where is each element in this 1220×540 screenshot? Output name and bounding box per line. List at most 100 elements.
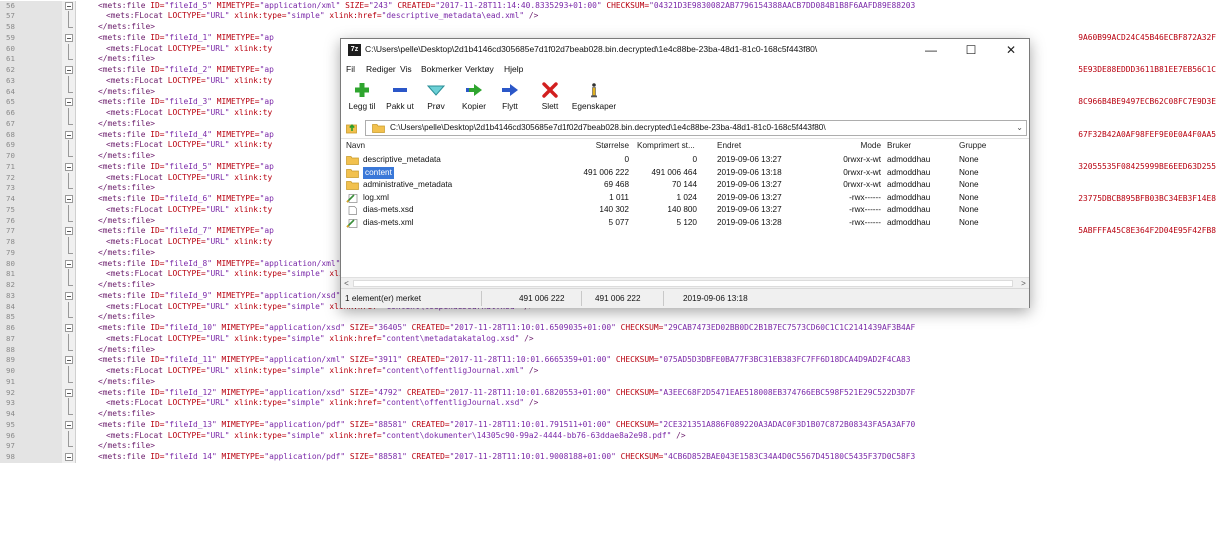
fold-toggle-icon[interactable] <box>62 194 76 205</box>
menu-item[interactable]: Vis <box>400 64 412 74</box>
fold-toggle-icon[interactable] <box>62 0 76 12</box>
file-row[interactable]: content 491 006 222 491 006 464 2019-09-06 … <box>341 166 1029 179</box>
code-token: "simple" <box>286 333 330 343</box>
file-row[interactable]: dias-mets.xsd 140 302 140 800 2019-09-06 13… <box>341 204 1029 217</box>
code-line[interactable]: 95 <mets:file ID="fileId_13" MIMETYPE="ap… <box>0 419 1220 431</box>
file-packed-size: 70 144 <box>671 180 697 189</box>
menu-item[interactable]: Hjelp <box>504 64 523 74</box>
code-line[interactable]: 89 <mets:file ID="fileId_11" MIMETYPE="ap… <box>0 355 1220 366</box>
code-line[interactable]: 97 </mets:file> <box>0 441 1220 452</box>
column-header-size[interactable]: Størrelse <box>579 139 629 153</box>
fold-toggle-icon[interactable] <box>62 290 76 302</box>
fold-guide <box>62 140 76 151</box>
code-line[interactable]: 58 </mets:file> <box>0 22 1220 33</box>
close-button[interactable]: ✕ <box>991 39 1031 61</box>
code-line[interactable]: 57 <mets:FLocat LOCTYPE="URL" xlink:type=… <box>0 11 1220 22</box>
file-modified: 2019-09-06 13:27 <box>717 192 782 202</box>
fold-toggle-icon[interactable] <box>62 452 76 463</box>
code-line[interactable]: 94 </mets:file> <box>0 409 1220 420</box>
7zip-window[interactable]: 7z C:\Users\pelle\Desktop\2d1b4146cd3056… <box>340 38 1030 308</box>
maximize-button[interactable]: ☐ <box>951 39 991 61</box>
code-line[interactable]: 86 <mets:file ID="fileId_10" MIMETYPE="ap… <box>0 323 1220 334</box>
address-field[interactable]: C:\Users\pelle\Desktop\2d1b4146cd305685e… <box>365 120 1027 136</box>
column-header-packed[interactable]: Komprimert st... <box>637 139 695 153</box>
chevron-down-icon[interactable]: ⌄ <box>1016 123 1023 132</box>
fold-toggle-icon[interactable] <box>62 97 76 108</box>
legg-til-button[interactable]: Legg til <box>343 80 381 116</box>
flytt-button[interactable]: Flytt <box>493 80 527 116</box>
column-header-mode[interactable]: Mode <box>851 139 881 153</box>
fold-guide <box>62 301 76 313</box>
code-line[interactable]: 92 <mets:file ID="fileId_12" MIMETYPE="ap… <box>0 387 1220 399</box>
code-token: MIMETYPE= <box>221 323 265 332</box>
line-number: 90 <box>0 366 62 377</box>
code-line[interactable]: 98 <mets:file ID="fileId 14" MIMETYPE="ap… <box>0 452 1220 463</box>
fold-guide <box>62 75 76 87</box>
code-token: "ap <box>259 129 274 139</box>
fold-toggle-icon[interactable] <box>62 226 76 237</box>
code-line[interactable]: 96 <mets:FLocat LOCTYPE="URL" xlink:type=… <box>0 430 1220 442</box>
line-number: 73 <box>0 183 62 194</box>
minimize-button[interactable]: — <box>911 39 951 61</box>
file-row[interactable]: descriptive_metadata 0 0 2019-09-06 13:27 0r… <box>341 154 1029 167</box>
line-number: 77 <box>0 226 62 237</box>
column-header-user[interactable]: Bruker <box>887 139 911 153</box>
code-token: </mets:file> <box>98 441 156 451</box>
fold-toggle-icon[interactable] <box>62 161 76 173</box>
toolbar-button-label: Egenskaper <box>571 101 617 111</box>
code-token: xlink:href= <box>329 398 382 408</box>
menu-item[interactable]: Fil <box>346 64 355 74</box>
horizontal-scrollbar[interactable]: < > <box>341 277 1029 288</box>
code-line[interactable]: 87 <mets:FLocat LOCTYPE="URL" xlink:type=… <box>0 333 1220 345</box>
menu-item[interactable]: Rediger <box>366 64 396 74</box>
egenskaper-button[interactable]: Egenskaper <box>567 80 621 116</box>
code-line[interactable]: 88 </mets:file> <box>0 344 1220 356</box>
file-list[interactable]: Navn Størrelse Komprimert st... Endret M… <box>341 138 1029 288</box>
code-token: "URL" <box>205 11 235 21</box>
fold-toggle-icon[interactable] <box>62 65 76 76</box>
code-token: CREATED= <box>397 0 436 10</box>
fold-toggle-icon[interactable] <box>62 32 76 44</box>
prøv-button[interactable]: Prøv <box>419 80 453 116</box>
pakk-ut-button[interactable]: Pakk ut <box>383 80 417 116</box>
status-size: 491 006 222 <box>519 294 565 303</box>
code-line[interactable]: 91 </mets:file> <box>0 376 1220 388</box>
menu-item[interactable]: Bokmerker <box>421 64 462 74</box>
scrollbar-thumb[interactable] <box>353 280 1013 287</box>
code-line[interactable]: 90 <mets:FLocat LOCTYPE="URL" xlink:type=… <box>0 366 1220 377</box>
code-text-overflow: 67F32B42A0AF98FEF9E0E0A4F0AA5 <box>1078 129 1216 139</box>
slett-button[interactable]: Slett <box>535 80 565 116</box>
fold-toggle-icon[interactable] <box>62 387 76 399</box>
file-modified: 2019-09-06 13:28 <box>717 217 782 227</box>
fold-toggle-icon[interactable] <box>62 323 76 334</box>
fold-toggle-icon[interactable] <box>62 419 76 431</box>
column-header-modified[interactable]: Endret <box>717 139 741 153</box>
fold-toggle-icon[interactable] <box>62 355 76 366</box>
code-line[interactable]: 93 <mets:FLocat LOCTYPE="URL" xlink:type=… <box>0 398 1220 409</box>
code-token: </mets:file> <box>98 183 156 193</box>
code-token: MIMETYPE= <box>221 355 265 365</box>
file-user: admoddhau <box>887 167 931 177</box>
column-header-group[interactable]: Gruppe <box>959 139 986 153</box>
column-header-name[interactable]: Navn <box>346 139 365 153</box>
file-row[interactable]: administrative_metadata 69 468 70 144 2019-… <box>341 179 1029 192</box>
code-token: "2017-11-28T11:10:01.791511+01:00" <box>449 419 616 429</box>
code-token: "3911" <box>373 355 407 365</box>
file-name: log.xml <box>363 192 389 202</box>
kopier-button[interactable]: Kopier <box>457 80 491 116</box>
code-token: ID= <box>150 97 165 107</box>
line-number: 69 <box>0 140 62 151</box>
folder-up-icon[interactable] <box>346 122 358 134</box>
fold-toggle-icon[interactable] <box>62 129 76 141</box>
file-row[interactable]: dias-mets.xml 5 077 5 120 2019-09-06 13:28 -… <box>341 217 1029 230</box>
code-token: ID= <box>150 32 165 42</box>
code-text-overflow: 8C966B4BE9497ECB62C08FC7E9D3E <box>1078 97 1216 107</box>
code-token: MIMETYPE= <box>216 129 260 139</box>
status-packed: 491 006 222 <box>595 294 641 303</box>
code-line[interactable]: 85 </mets:file> <box>0 312 1220 323</box>
code-line[interactable]: 56 <mets:file ID="fileId_5" MIMETYPE="app… <box>0 0 1220 12</box>
menu-item[interactable]: Verktøy <box>465 64 494 74</box>
fold-toggle-icon[interactable] <box>62 258 76 270</box>
title-bar[interactable]: 7z C:\Users\pelle\Desktop\2d1b4146cd3056… <box>341 39 1029 61</box>
file-row[interactable]: log.xml 1 011 1 024 2019-09-06 13:27 -rwx---… <box>341 192 1029 205</box>
